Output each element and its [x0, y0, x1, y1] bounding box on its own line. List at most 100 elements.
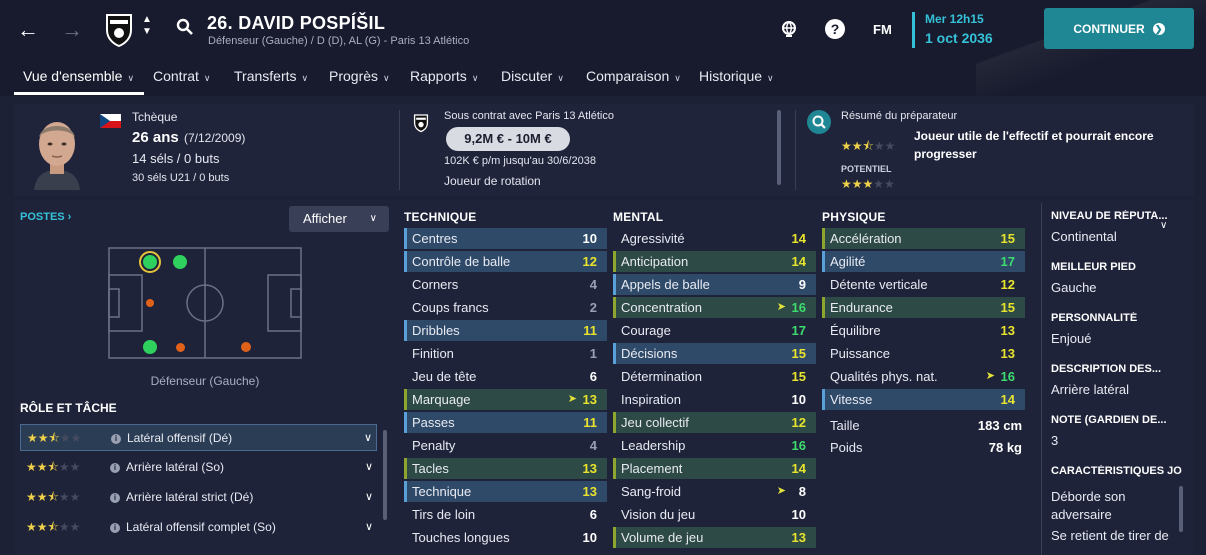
attribute-value: 2 [589, 300, 597, 315]
attribute-row[interactable]: Leadership 16 [613, 435, 816, 456]
attribute-value: 12 [1000, 277, 1015, 292]
attribute-row[interactable]: Décisions 15 [613, 343, 816, 364]
potential-label: POTENTIEL [841, 164, 892, 174]
attribute-row[interactable]: Touches longues 10 [404, 527, 607, 548]
attribute-row[interactable]: Jeu de tête 6 [404, 366, 607, 387]
back-arrow-icon[interactable]: ← [17, 18, 39, 42]
attribute-row[interactable]: Centres 10 [404, 228, 607, 249]
chevron-down-icon[interactable]: ∨ [365, 514, 373, 541]
role-item[interactable]: ★★⯪★★ i Latéral offensif complet (So) ∨ [20, 514, 377, 541]
coach-search-icon[interactable] [807, 110, 831, 134]
tab-progress[interactable]: Progrès ∨ [329, 68, 390, 84]
attribute-row[interactable]: Marquage ➤ 13 [404, 389, 607, 410]
role-item[interactable]: ★★⯪★★ i Latéral offensif (Dé) ∨ [20, 424, 377, 451]
fm-menu-button[interactable]: FM [873, 22, 892, 37]
chevron-down-icon[interactable]: ∨ [364, 425, 372, 452]
info-icon[interactable]: i [111, 434, 121, 444]
attribute-name: Penalty [412, 438, 456, 453]
position-dot-weak[interactable] [176, 343, 185, 352]
forward-arrow-icon[interactable]: → [61, 18, 83, 42]
search-icon[interactable] [176, 18, 194, 41]
attribute-row[interactable]: Jeu collectif 12 [613, 412, 816, 433]
position-dot-weak[interactable] [146, 299, 154, 307]
height-value: 183 cm [977, 418, 1022, 433]
traits-scrollbar[interactable] [1179, 486, 1183, 532]
positions-link[interactable]: POSTES › [20, 211, 71, 223]
trait-item: Se retient de tirer de [1051, 528, 1169, 543]
attribute-name: Corners [412, 277, 459, 292]
help-icon[interactable]: ? [825, 19, 845, 39]
tab-contract[interactable]: Contrat ∨ [153, 68, 211, 84]
chevron-down-icon[interactable]: ∨ [365, 484, 373, 511]
attribute-row[interactable]: Anticipation 14 [613, 251, 816, 272]
attribute-row[interactable]: Sang-froid ➤ 8 [613, 481, 816, 502]
tab-comparison[interactable]: Comparaison ∨ [586, 68, 681, 84]
continue-label: CONTINUER [1073, 21, 1145, 36]
globe-icon[interactable] [780, 20, 798, 43]
attribute-name: Concentration [621, 300, 702, 315]
attribute-row[interactable]: Coups francs 2 [404, 297, 607, 318]
attribute-row[interactable]: Détente verticale 12 [822, 274, 1025, 295]
attribute-row[interactable]: Finition 1 [404, 343, 607, 364]
attribute-row[interactable]: Inspiration 10 [613, 389, 816, 410]
transfer-value-badge[interactable]: 9,2M € - 10M € [446, 127, 570, 151]
attribute-row[interactable]: Penalty 4 [404, 435, 607, 456]
attribute-row[interactable]: Tacles 13 [404, 458, 607, 479]
attribute-row[interactable]: Agressivité 14 [613, 228, 816, 249]
attribute-row[interactable]: Concentration ➤ 16 [613, 297, 816, 318]
club-switch-icon[interactable]: ▲ ▼ [142, 14, 152, 38]
attribute-row[interactable]: Courage 17 [613, 320, 816, 341]
foot-label: MEILLEUR PIED [1051, 261, 1136, 273]
chevron-down-icon[interactable]: ∨ [1160, 220, 1167, 231]
trend-arrow-icon: ➤ [776, 301, 786, 313]
role-item[interactable]: ★★⯪★★ i Arrière latéral (So) ∨ [20, 454, 377, 481]
attribute-row[interactable]: Contrôle de balle 12 [404, 251, 607, 272]
info-icon[interactable]: i [110, 493, 120, 503]
position-dot-weak[interactable] [241, 342, 251, 352]
attribute-row[interactable]: Puissance 13 [822, 343, 1025, 364]
attribute-row[interactable]: Agilité 17 [822, 251, 1025, 272]
tab-history[interactable]: Historique ∨ [699, 68, 774, 84]
tab-discuss[interactable]: Discuter ∨ [501, 68, 564, 84]
tab-reports[interactable]: Rapports ∨ [410, 68, 478, 84]
role-item[interactable]: ★★⯪★★ i Arrière latéral strict (Dé) ∨ [20, 484, 377, 511]
summary-scrollbar[interactable] [777, 110, 781, 185]
position-dot-natural[interactable] [173, 255, 187, 269]
attribute-value: 14 [791, 254, 806, 269]
tab-transfers[interactable]: Transferts ∨ [234, 68, 308, 84]
tab-overview[interactable]: Vue d'ensemble ∨ [23, 68, 134, 84]
personality-label: PERSONNALITÉ [1051, 312, 1138, 324]
attribute-row[interactable]: Vitesse 14 [822, 389, 1025, 410]
attribute-row[interactable]: Endurance 15 [822, 297, 1025, 318]
attribute-row[interactable]: Vision du jeu 10 [613, 504, 816, 525]
attribute-row[interactable]: Corners 4 [404, 274, 607, 295]
attribute-row[interactable]: Appels de balle 9 [613, 274, 816, 295]
attribute-row[interactable]: Passes 11 [404, 412, 607, 433]
continue-button[interactable]: CONTINUER ❯ [1044, 8, 1194, 49]
attribute-row[interactable]: Placement 14 [613, 458, 816, 479]
attribute-value: 13 [582, 392, 597, 407]
info-icon[interactable]: i [110, 463, 120, 473]
position-dot-natural[interactable] [143, 255, 157, 269]
attribute-row[interactable]: Technique 13 [404, 481, 607, 502]
trend-arrow-icon: ➤ [567, 393, 577, 405]
attribute-row[interactable]: Volume de jeu 13 [613, 527, 816, 548]
attribute-row[interactable]: Tirs de loin 6 [404, 504, 607, 525]
attribute-row[interactable]: Dribbles 11 [404, 320, 607, 341]
position-dot-natural[interactable] [143, 340, 157, 354]
attribute-row[interactable]: Équilibre 13 [822, 320, 1025, 341]
club-badge-icon[interactable] [104, 12, 134, 53]
divider [795, 110, 796, 190]
attribute-row[interactable]: Détermination 15 [613, 366, 816, 387]
attribute-row[interactable]: Qualités phys. nat. ➤ 16 [822, 366, 1025, 387]
czech-flag-icon [100, 114, 121, 128]
attribute-name: Sang-froid [621, 484, 681, 499]
info-icon[interactable]: i [110, 523, 120, 533]
roles-scrollbar[interactable] [383, 430, 387, 520]
attribute-name: Vision du jeu [621, 507, 696, 522]
show-dropdown[interactable]: Afficher ∨ [289, 206, 389, 232]
chevron-down-icon[interactable]: ∨ [365, 454, 373, 481]
player-face [28, 112, 86, 195]
attribute-row[interactable]: Accélération 15 [822, 228, 1025, 249]
player-title: 26. DAVID POSPÍŠIL [207, 13, 386, 33]
